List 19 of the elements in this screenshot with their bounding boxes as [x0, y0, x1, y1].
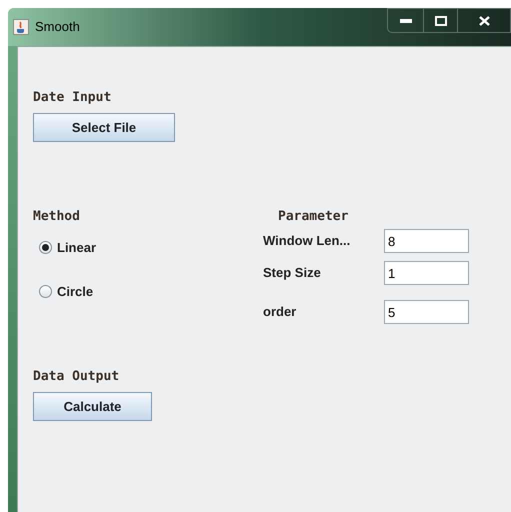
select-file-button[interactable]: Select File	[33, 113, 175, 142]
section-heading: Data Output	[33, 368, 120, 386]
field-label: Step Size	[263, 264, 322, 282]
field-label: Window Len...	[263, 232, 352, 250]
radio-option[interactable]: Linear	[39, 238, 96, 258]
minimize-icon	[400, 18, 412, 22]
maximize-icon	[434, 16, 446, 26]
input-field[interactable]: 5	[384, 300, 469, 324]
input-field[interactable]: 1	[384, 261, 469, 285]
section-heading: Parameter	[278, 208, 348, 226]
section-heading: Method	[33, 208, 80, 226]
cup-icon	[13, 19, 29, 35]
field-label: order	[263, 303, 298, 322]
close-icon	[478, 16, 490, 26]
window-title: Smooth	[35, 18, 80, 36]
radio-option[interactable]: Circle	[39, 282, 94, 301]
input-field[interactable]: 8	[384, 229, 469, 253]
calculate-button[interactable]: Calculate	[33, 392, 152, 421]
section-heading: Date Input	[33, 89, 112, 107]
